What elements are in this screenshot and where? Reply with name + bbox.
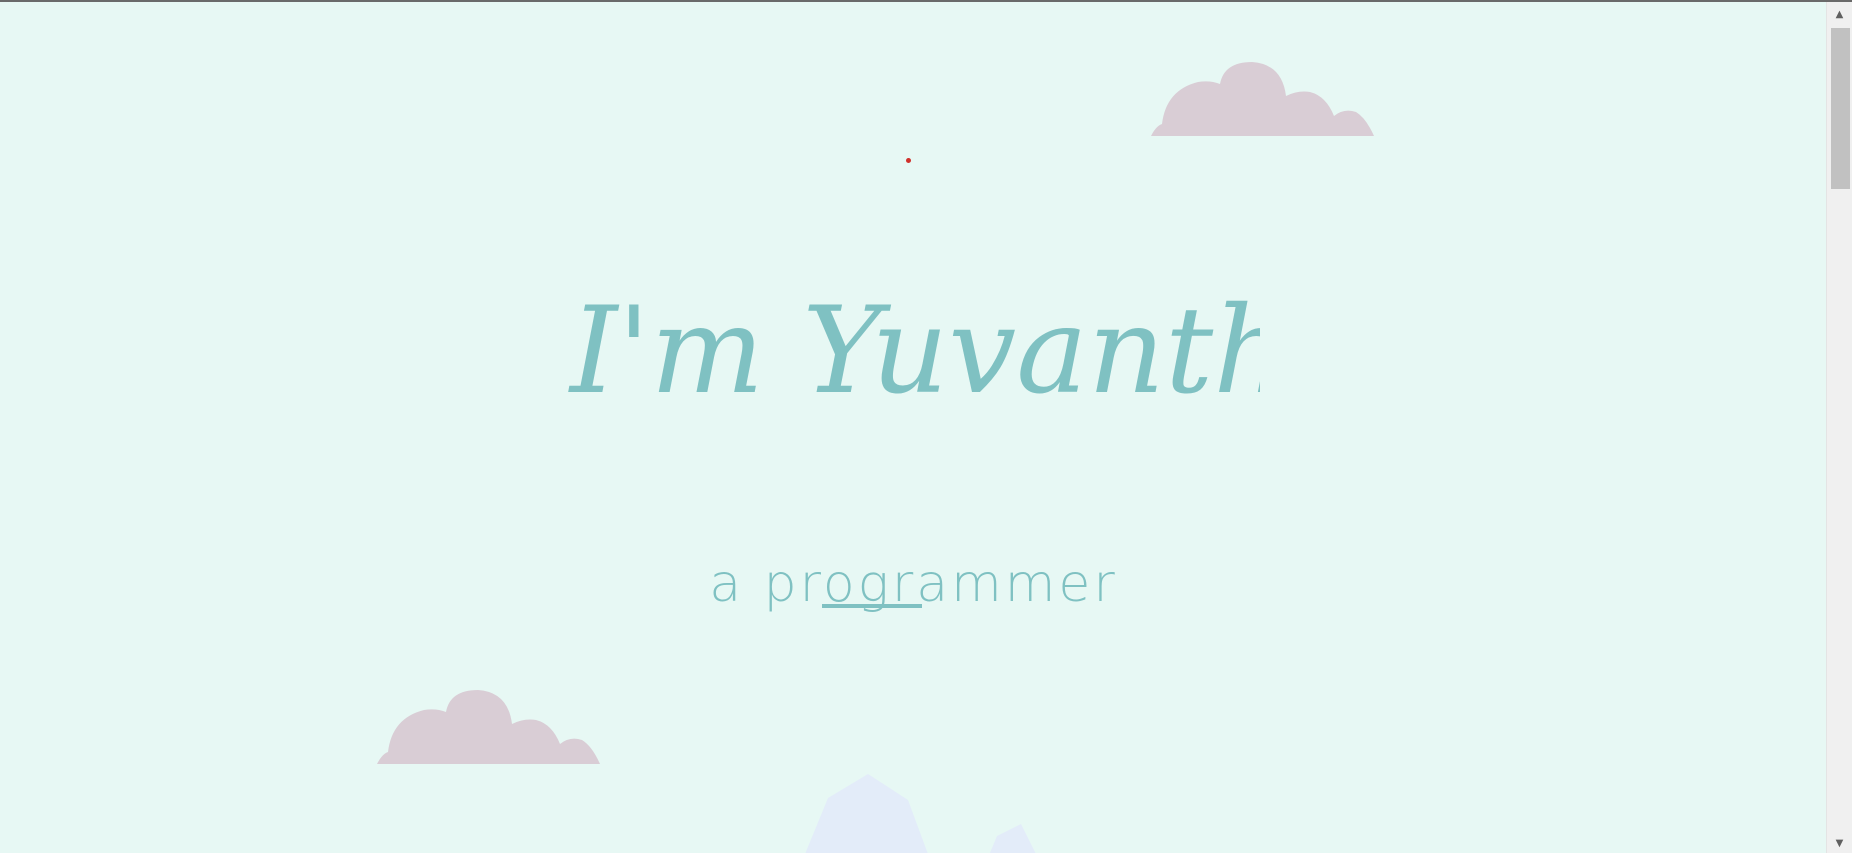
scroll-up-arrow-icon[interactable]: ▲ [1827, 4, 1852, 24]
hero-subtitle: a programmer [0, 554, 1827, 614]
typing-underline [821, 604, 922, 608]
cloud-bottom-left [377, 690, 600, 764]
scroll-down-arrow-icon[interactable]: ▼ [1827, 833, 1852, 853]
cloud-top-right [1151, 62, 1374, 136]
scroll-thumb[interactable] [1831, 28, 1850, 189]
landing-viewport: I'm Yuvanth. a programmer [0, 2, 1827, 853]
mountain-right [989, 824, 1036, 853]
typed-word-text: programmer [763, 554, 1118, 614]
vertical-scrollbar[interactable]: ▲ ▼ [1826, 2, 1852, 853]
hero-headline-text: I'm Yuvanth. [568, 282, 1260, 421]
hero-headline: I'm Yuvanth. [560, 272, 1329, 462]
subtitle-prefix: a [709, 554, 764, 614]
cursor-dot [906, 158, 911, 163]
typed-word: programmer [764, 554, 1118, 614]
mountain-left [805, 774, 928, 853]
